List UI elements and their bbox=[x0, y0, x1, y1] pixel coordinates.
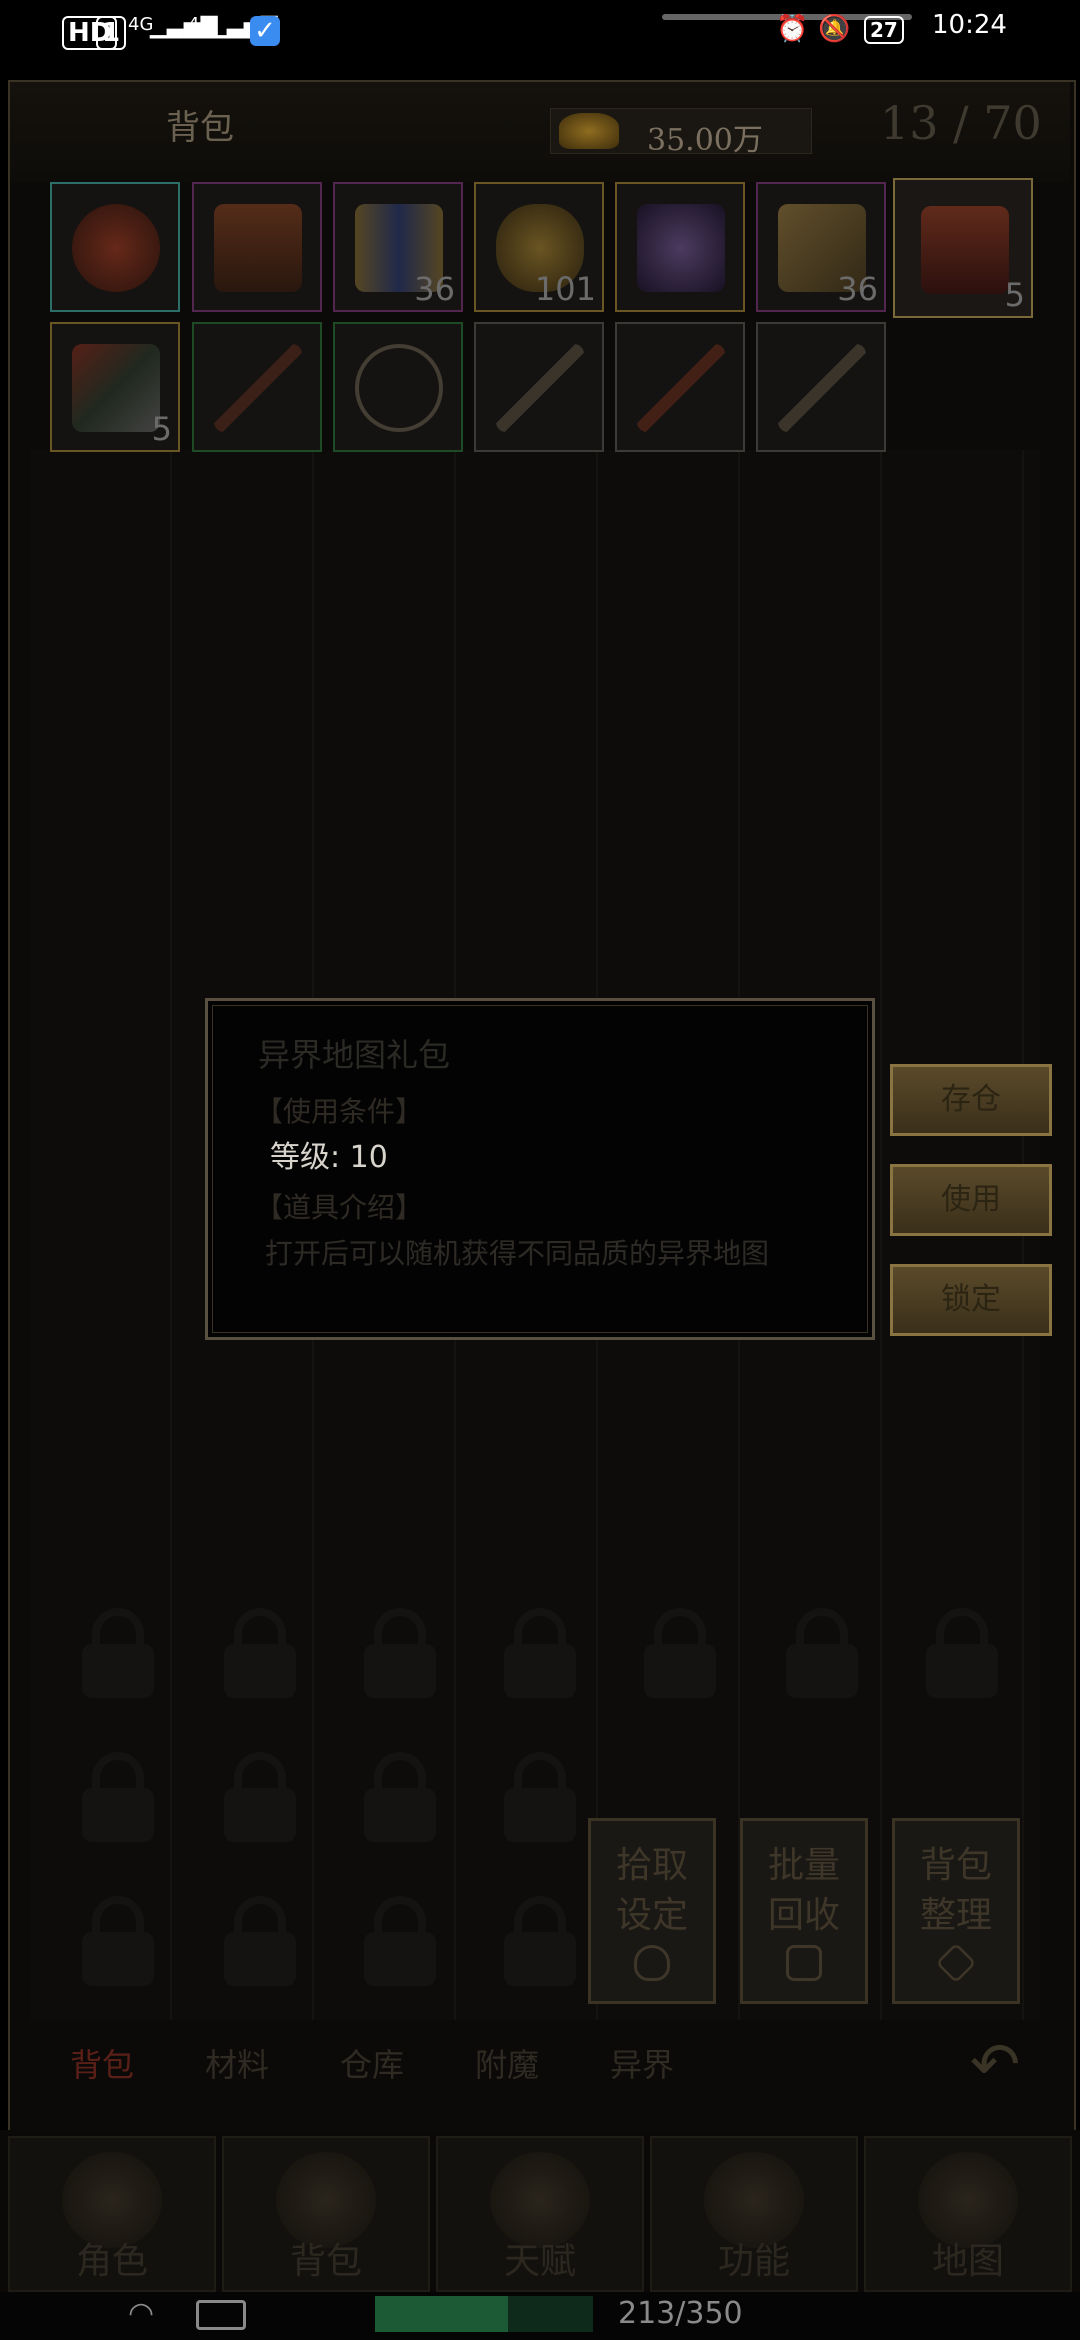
nav-character[interactable]: 角色 bbox=[8, 2136, 216, 2292]
padlock-icon bbox=[220, 1608, 300, 1698]
tab-warehouse[interactable]: 仓库 bbox=[340, 2040, 404, 2086]
money-amount: 35.00万 bbox=[647, 123, 763, 158]
tab-otherworld[interactable]: 异界 bbox=[610, 2040, 674, 2086]
nav-label: 背包 bbox=[289, 2241, 362, 2282]
item-description: 打开后可以随机获得不同品质的异界地图 bbox=[265, 1237, 770, 1270]
padlock-icon bbox=[220, 1896, 300, 1986]
inventory-slot-selected[interactable]: 5 bbox=[893, 178, 1033, 318]
battery-icon bbox=[196, 2300, 246, 2330]
padlock-icon bbox=[500, 1608, 580, 1698]
jade-seal-icon bbox=[72, 204, 160, 292]
inventory-slot[interactable] bbox=[192, 322, 322, 452]
gold-coins-icon bbox=[559, 113, 619, 149]
sim-badge: 1 bbox=[96, 16, 127, 50]
alarm-icon: ⏰ bbox=[776, 14, 809, 44]
bag-capacity: 13 / 70 bbox=[880, 96, 1042, 150]
shield-icon: ✓ bbox=[250, 16, 280, 46]
padlock-icon bbox=[922, 1608, 1002, 1698]
inventory-slot[interactable] bbox=[192, 182, 322, 312]
mute-icon: 🔕 bbox=[818, 14, 851, 44]
nav-label: 地图 bbox=[931, 2241, 1004, 2282]
padlock-icon bbox=[500, 1896, 580, 1986]
bag-title: 背包 bbox=[166, 108, 234, 148]
padlock-icon bbox=[220, 1752, 300, 1842]
treasure-chest-icon bbox=[214, 204, 302, 292]
sword-icon bbox=[214, 344, 302, 432]
inventory-slot[interactable]: 5 bbox=[50, 322, 180, 452]
nav-functions[interactable]: 功能 bbox=[650, 2136, 858, 2292]
trash-icon bbox=[786, 1945, 822, 1981]
sort-bag-button[interactable]: 背包 整理 bbox=[892, 1818, 1020, 2004]
battery-icon: 27 bbox=[864, 16, 904, 44]
necklace-icon bbox=[355, 344, 443, 432]
blade-icon bbox=[637, 344, 725, 432]
padlock-icon bbox=[78, 1752, 158, 1842]
lock-button[interactable]: 锁定 bbox=[890, 1264, 1052, 1336]
item-count: 36 bbox=[837, 270, 878, 308]
nav-label: 角色 bbox=[75, 2241, 148, 2282]
store-button[interactable]: 存仓 bbox=[890, 1064, 1052, 1136]
exp-progress-fill bbox=[375, 2296, 508, 2332]
exp-progress-bar bbox=[375, 2296, 593, 2332]
inventory-slot[interactable]: 36 bbox=[756, 182, 886, 312]
item-count: 101 bbox=[534, 270, 596, 308]
item-intro-header: 【道具介绍】 bbox=[255, 1191, 424, 1224]
padlock-icon bbox=[360, 1608, 440, 1698]
nav-label: 天赋 bbox=[503, 2241, 576, 2282]
inventory-slot[interactable] bbox=[756, 322, 886, 452]
pickup-settings-button[interactable]: 拾取 设定 bbox=[588, 1818, 716, 2004]
inventory-slot[interactable] bbox=[615, 322, 745, 452]
item-count: 5 bbox=[1004, 276, 1025, 314]
exp-text: 213/350 bbox=[618, 2296, 743, 2331]
bag-icon bbox=[634, 1945, 670, 1981]
back-arrow-icon[interactable]: ↶ bbox=[970, 2030, 1020, 2100]
inventory-slot[interactable]: 36 bbox=[333, 182, 463, 312]
nav-bag[interactable]: 背包 bbox=[222, 2136, 430, 2292]
nav-talent[interactable]: 天赋 bbox=[436, 2136, 644, 2292]
inventory-slot[interactable] bbox=[333, 322, 463, 452]
batch-recycle-button[interactable]: 批量 回收 bbox=[740, 1818, 868, 2004]
padlock-icon bbox=[360, 1752, 440, 1842]
padlock-icon bbox=[640, 1608, 720, 1698]
dart-icon bbox=[72, 344, 160, 432]
item-name: 异界地图礼包 bbox=[258, 1036, 451, 1074]
inventory-slot[interactable] bbox=[50, 182, 180, 312]
item-count: 36 bbox=[414, 270, 455, 308]
item-count: 5 bbox=[151, 410, 172, 448]
tab-materials[interactable]: 材料 bbox=[205, 2040, 269, 2086]
layers-icon bbox=[935, 1942, 977, 1984]
inventory-slot[interactable]: 101 bbox=[474, 182, 604, 312]
padlock-icon bbox=[360, 1896, 440, 1986]
inventory-slot[interactable] bbox=[615, 182, 745, 312]
use-button[interactable]: 使用 bbox=[890, 1164, 1052, 1236]
knife-icon bbox=[778, 344, 866, 432]
nav-map[interactable]: 地图 bbox=[864, 2136, 1072, 2292]
padlock-icon bbox=[78, 1608, 158, 1698]
nav-label: 功能 bbox=[717, 2241, 790, 2282]
padlock-icon bbox=[500, 1752, 580, 1842]
inventory-slot[interactable] bbox=[474, 322, 604, 452]
tab-bag[interactable]: 背包 bbox=[70, 2040, 134, 2086]
required-level: 等级: 10 bbox=[270, 1140, 388, 1175]
wifi-icon: ◠ bbox=[128, 2296, 155, 2331]
padlock-icon bbox=[78, 1896, 158, 1986]
dagger-icon bbox=[496, 344, 584, 432]
red-chest-icon bbox=[921, 206, 1009, 294]
clock: 10:24 bbox=[932, 10, 1007, 40]
tab-enchant[interactable]: 附魔 bbox=[475, 2040, 539, 2086]
crystal-bag-icon bbox=[637, 204, 725, 292]
money-display: 35.00万 bbox=[550, 108, 812, 158]
padlock-icon bbox=[782, 1608, 862, 1698]
status-bar: HD 1 4G ▁▃▅▇ 4G ▁▃▅▇ ✓ ⏰ 🔕 27 10:24 bbox=[0, 0, 1080, 64]
batch-recycle-label: 批量 回收 bbox=[767, 1845, 840, 1936]
pickup-settings-label: 拾取 设定 bbox=[615, 1845, 688, 1936]
usage-condition-header: 【使用条件】 bbox=[255, 1095, 424, 1128]
sort-bag-label: 背包 整理 bbox=[919, 1845, 992, 1936]
